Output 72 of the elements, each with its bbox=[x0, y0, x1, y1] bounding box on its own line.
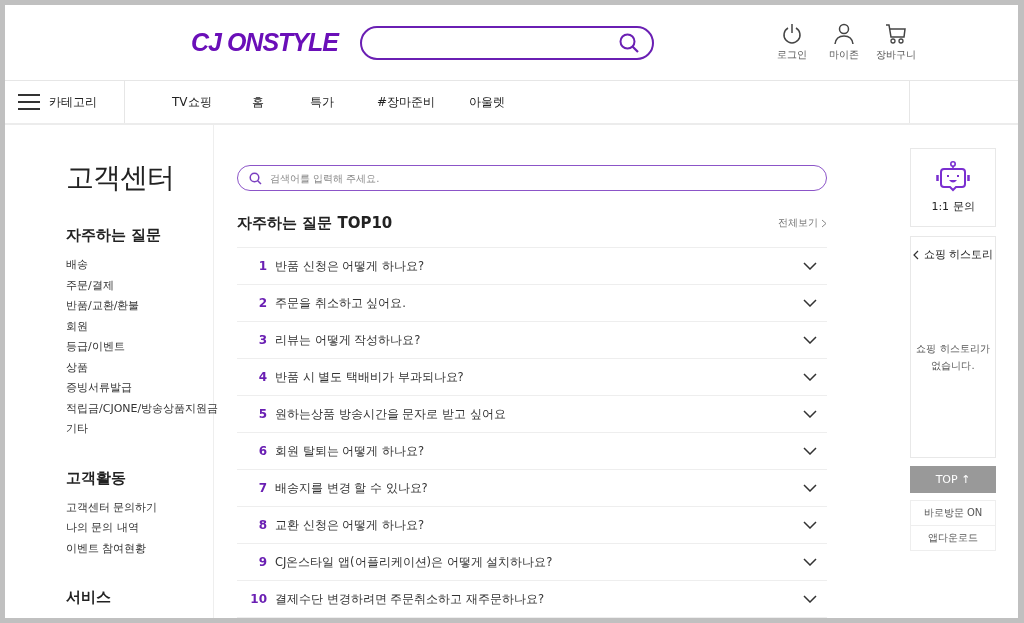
sidebar-link[interactable]: 주문/결제 bbox=[66, 275, 213, 296]
faq-question: 원하는상품 방송시간을 문자로 받고 싶어요 bbox=[275, 406, 507, 422]
history-link[interactable]: 쇼핑 히스토리 bbox=[912, 247, 994, 262]
sidebar-link[interactable]: 이벤트 참여현황 bbox=[66, 538, 213, 559]
cart-icon bbox=[885, 23, 907, 45]
faq-question: 반품 신청은 어떻게 하나요? bbox=[275, 258, 426, 274]
sidebar-link[interactable]: 등급/이벤트 bbox=[66, 337, 213, 358]
faq-number: 7 bbox=[257, 481, 267, 495]
faq-item[interactable]: 4 반품 시 별도 택배비가 부과되나요? bbox=[237, 359, 827, 396]
menu-icon bbox=[18, 94, 40, 110]
inquiry-card[interactable]: 1:1 문의 bbox=[910, 148, 996, 227]
faq-number: 4 bbox=[257, 370, 267, 384]
nav-link[interactable]: 홈 bbox=[252, 93, 310, 111]
nav-link[interactable]: 특가 bbox=[310, 93, 377, 111]
rail-link[interactable]: 앱다운로드 bbox=[911, 525, 995, 550]
search-icon[interactable] bbox=[618, 31, 640, 54]
search-icon bbox=[249, 172, 262, 185]
faq-number: 10 bbox=[249, 592, 267, 606]
empty-message: 쇼핑 히스토리가 없습니다. bbox=[915, 342, 991, 373]
faq-number: 6 bbox=[257, 444, 267, 458]
user-menu-link[interactable]: 로그인 bbox=[770, 23, 814, 62]
faq-question: 배송지를 변경 할 수 있나요? bbox=[275, 480, 429, 496]
faq-number: 2 bbox=[257, 296, 267, 310]
nav-link[interactable]: TV쇼핑 bbox=[172, 93, 252, 111]
faq-item[interactable]: 9 CJ온스타일 앱(어플리케이션)은 어떻게 설치하나요? bbox=[237, 544, 827, 581]
faq-item[interactable]: 3 리뷰는 어떻게 작성하나요? bbox=[237, 322, 827, 359]
sidebar-link[interactable]: 회원 bbox=[66, 316, 213, 337]
chevron-right-icon bbox=[821, 218, 827, 228]
sidebar-link[interactable]: 반품/교환/환불 bbox=[66, 296, 213, 317]
power-icon bbox=[782, 23, 802, 45]
faq-number: 3 bbox=[257, 333, 267, 347]
faq-item[interactable]: 8 교환 신청은 어떻게 하나요? bbox=[237, 507, 827, 544]
faq-question: 주문을 취소하고 싶어요. bbox=[275, 295, 407, 311]
faq-question: CJ온스타일 앱(어플리케이션)은 어떻게 설치하나요? bbox=[275, 554, 554, 570]
faq-question: 반품 시 별도 택배비가 부과되나요? bbox=[275, 369, 465, 385]
nav-link[interactable]: 아울렛 bbox=[469, 93, 505, 111]
robot-icon bbox=[936, 161, 970, 193]
sidebar-link[interactable]: 기타 bbox=[66, 419, 213, 440]
faq-item[interactable]: 2 주문을 취소하고 싶어요. bbox=[237, 285, 827, 322]
faq-item[interactable]: 7 배송지를 변경 할 수 있나요? bbox=[237, 470, 827, 507]
user-menu-link[interactable]: 마이존 bbox=[822, 23, 866, 62]
faq-question: 리뷰는 어떻게 작성하나요? bbox=[275, 332, 422, 348]
faq-number: 1 bbox=[257, 259, 267, 273]
sidebar-link[interactable]: 증빙서류발급 bbox=[66, 378, 213, 399]
section-heading: 고객활동 bbox=[66, 468, 127, 488]
section-heading: 서비스 bbox=[66, 588, 112, 607]
sidebar-link[interactable]: 고객센터 문의하기 bbox=[66, 497, 213, 518]
chevron-left-icon bbox=[912, 249, 919, 260]
faq-number: 5 bbox=[257, 407, 267, 421]
nav-link[interactable]: #장마준비 bbox=[377, 93, 469, 111]
faq-number: 8 bbox=[257, 518, 267, 532]
sidebar-link[interactable]: 상품 bbox=[66, 357, 213, 378]
faq-question: 결제수단 변경하려면 주문취소하고 재주문하나요? bbox=[275, 591, 546, 607]
logo[interactable]: CJ ONSTYLE bbox=[191, 28, 338, 57]
faq-question: 회원 탈퇴는 어떻게 하나요? bbox=[275, 443, 426, 459]
view-all-link[interactable]: 전체보기 bbox=[778, 216, 827, 230]
faq-item[interactable]: 5 원하는상품 방송시간을 문자로 받고 싶어요 bbox=[237, 396, 827, 433]
faq-item[interactable]: 1 반품 신청은 어떻게 하나요? bbox=[237, 248, 827, 285]
sidebar-link[interactable]: 나의 문의 내역 bbox=[66, 518, 213, 539]
faq-question: 교환 신청은 어떻게 하나요? bbox=[275, 517, 426, 533]
faq-number: 9 bbox=[257, 555, 267, 569]
sidebar-link[interactable]: 배송 bbox=[66, 255, 213, 276]
search-field[interactable]: 검색어를 입력해 주세요. bbox=[237, 165, 827, 191]
faq-item[interactable]: 6 회원 탈퇴는 어떻게 하나요? bbox=[237, 433, 827, 470]
person-icon bbox=[833, 23, 855, 45]
rail-link[interactable]: 바로방문 ON bbox=[911, 501, 995, 525]
faq-item[interactable]: 10 결제수단 변경하려면 주문취소하고 재주문하나요? bbox=[237, 581, 827, 618]
section-heading: 자주하는 질문 bbox=[66, 226, 163, 245]
section-title: 자주하는 질문 TOP10 bbox=[237, 213, 393, 233]
search-field[interactable] bbox=[360, 25, 654, 60]
page-title: 고객센터 bbox=[66, 160, 175, 196]
user-menu-link[interactable]: 장바구니 bbox=[874, 23, 918, 62]
